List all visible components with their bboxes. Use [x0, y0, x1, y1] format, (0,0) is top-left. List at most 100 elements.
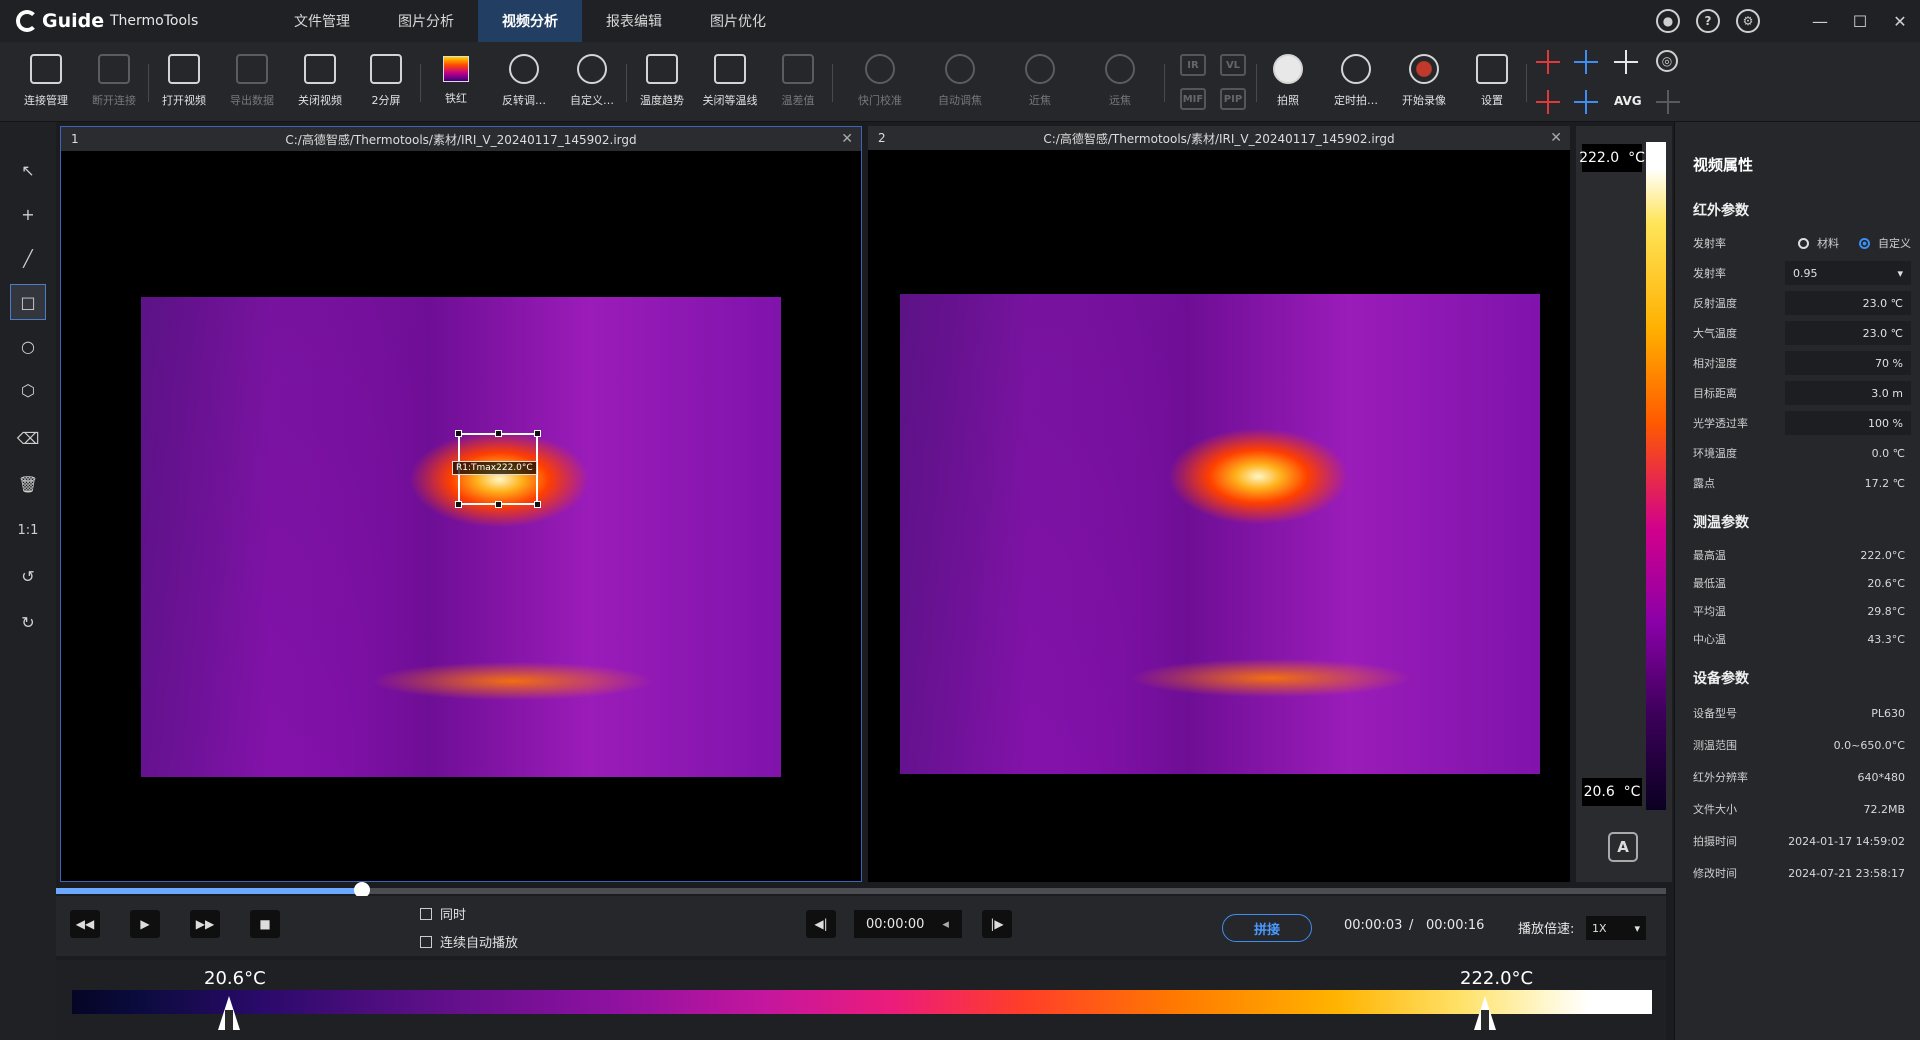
line-tool-icon[interactable]: ╱ — [10, 240, 46, 276]
minimize-button[interactable]: — — [1800, 0, 1840, 42]
roi-handle[interactable] — [534, 501, 541, 508]
distance-input[interactable]: 3.0 m — [1785, 381, 1911, 405]
view-1-close-icon[interactable]: ✕ — [841, 131, 853, 147]
transmittance-input[interactable]: 100 % — [1785, 411, 1911, 435]
atmosphere-temp-input[interactable]: 23.0 ℃ — [1785, 321, 1911, 345]
frame-time-value: 00:00:00 — [866, 916, 925, 932]
palette-button[interactable]: 铁红 — [422, 50, 490, 114]
volume-icon[interactable]: ◂ — [942, 917, 949, 932]
open-video-button[interactable]: 打开视频 — [150, 50, 218, 114]
range-high-pointer[interactable] — [1474, 996, 1496, 1030]
checkbox-box[interactable] — [420, 935, 432, 948]
vl-mode-button[interactable]: VL — [1220, 54, 1246, 76]
emissivity-mode-label: 发射率 — [1693, 237, 1726, 250]
scale-max-label[interactable]: 222.0 °C — [1579, 144, 1645, 172]
stop-button[interactable]: ■ — [250, 910, 280, 938]
rotate-right-icon[interactable]: ↻ — [10, 604, 46, 640]
sync-checkbox[interactable]: 同时 — [420, 904, 466, 923]
nav-video-analysis[interactable]: 视频分析 — [478, 0, 582, 42]
speed-select[interactable]: 1X ▾ — [1586, 916, 1646, 940]
roi-handle[interactable] — [495, 501, 502, 508]
select-arrow-icon[interactable]: ↖ — [10, 152, 46, 188]
circle-tool-icon[interactable]: ○ — [10, 328, 46, 364]
prev-frame-button[interactable]: ◀| — [806, 910, 836, 938]
max-temp-cursor-icon[interactable] — [1536, 50, 1560, 74]
nav-image-analysis[interactable]: 图片分析 — [374, 0, 478, 42]
close-button[interactable]: ✕ — [1880, 0, 1920, 42]
ir-mode-button[interactable]: IR — [1180, 54, 1206, 76]
help-icon[interactable]: ? — [1696, 9, 1720, 33]
range-low-pointer[interactable] — [218, 996, 240, 1030]
capture-button[interactable]: 拍照 — [1254, 50, 1322, 114]
roi-handle[interactable] — [455, 501, 462, 508]
camera-settings-button[interactable]: 设置 — [1458, 50, 1526, 114]
modify-time-row: 修改时间 2024-07-21 23:58:17 — [1693, 860, 1911, 886]
split-screen-button[interactable]: 2分屏 — [352, 50, 420, 114]
eraser-icon[interactable]: ⌫ — [10, 420, 46, 456]
reflected-temp-input[interactable]: 23.0 ℃ — [1785, 291, 1911, 315]
custom-palette-button[interactable]: 自定义… — [558, 50, 626, 114]
mif-mode-button[interactable]: MIF — [1180, 88, 1206, 110]
target-icon[interactable]: ◎ — [1656, 50, 1678, 72]
user-icon[interactable]: ● — [1656, 9, 1680, 33]
max-temp-arrow-icon[interactable] — [1536, 90, 1560, 114]
rotate-left-icon[interactable]: ↺ — [10, 558, 46, 594]
settings-icon[interactable]: ⚙ — [1736, 9, 1760, 33]
stitch-button[interactable]: 拼接 — [1222, 914, 1312, 942]
thermal-image-1[interactable] — [141, 297, 781, 777]
zoom-1to1-icon[interactable]: 1:1 — [10, 512, 46, 548]
nav-image-optimize[interactable]: 图片优化 — [686, 0, 790, 42]
center-cursor-icon[interactable] — [1614, 50, 1638, 74]
humidity-input[interactable]: 70 % — [1785, 351, 1911, 375]
pip-mode-button[interactable]: PIP — [1220, 88, 1246, 110]
timer-capture-button[interactable]: 定时拍… — [1322, 50, 1390, 114]
checkbox-box[interactable] — [420, 907, 432, 920]
rewind-button[interactable]: ◀◀ — [70, 910, 100, 938]
polygon-tool-icon[interactable]: ⬡ — [10, 372, 46, 408]
range-gradient-bar[interactable] — [72, 990, 1652, 1014]
avg-cursor-icon[interactable] — [1656, 90, 1680, 114]
isotherm-button[interactable]: 关闭等温线 — [696, 50, 764, 114]
video-view-1[interactable]: 1 C:/高德智感/Thermotools/素材/IRI_V_20240117_… — [60, 126, 862, 882]
autofocus-button[interactable]: 自动调焦 — [926, 50, 994, 114]
emissivity-select[interactable]: 0.95 ▾ — [1785, 261, 1911, 285]
temperature-trend-button[interactable]: 温度趋势 — [628, 50, 696, 114]
ir-resolution-value: 640*480 — [1857, 770, 1906, 784]
nav-report-edit[interactable]: 报表编辑 — [582, 0, 686, 42]
video-timeline[interactable] — [56, 882, 1666, 898]
delta-temp-button[interactable]: 温差值 — [764, 50, 832, 114]
export-data-button[interactable]: 导出数据 — [218, 50, 286, 114]
fast-forward-button[interactable]: ▶▶ — [190, 910, 220, 938]
radio-material[interactable] — [1798, 237, 1809, 249]
far-focus-button[interactable]: 远焦 — [1086, 50, 1154, 114]
min-temp-arrow-icon[interactable] — [1574, 90, 1598, 114]
roi-rectangle-r1[interactable]: R1:Tmax222.0°C — [452, 430, 541, 508]
disconnect-button[interactable]: 断开连接 — [80, 50, 148, 114]
maximize-button[interactable]: ☐ — [1840, 0, 1880, 42]
close-video-button[interactable]: 关闭视频 — [286, 50, 354, 114]
connection-manager-button[interactable]: 连接管理 — [12, 50, 80, 114]
roi-handle[interactable] — [455, 430, 462, 437]
auto-range-button[interactable]: A — [1608, 832, 1638, 862]
frame-time-input[interactable]: 00:00:00 ◂ — [854, 910, 962, 938]
roi-handle[interactable] — [495, 430, 502, 437]
shutter-calibration-button[interactable]: 快门校准 — [846, 50, 914, 114]
near-focus-button[interactable]: 近焦 — [1006, 50, 1074, 114]
next-frame-button[interactable]: |▶ — [982, 910, 1012, 938]
start-recording-button[interactable]: 开始录像 — [1390, 50, 1458, 114]
min-temp-cursor-icon[interactable] — [1574, 50, 1598, 74]
delete-icon[interactable]: 🗑 — [10, 466, 46, 502]
view-2-close-icon[interactable]: ✕ — [1550, 130, 1562, 146]
autoplay-checkbox[interactable]: 连续自动播放 — [420, 932, 518, 951]
radio-custom[interactable] — [1859, 237, 1870, 249]
video-view-2[interactable]: 2 C:/高德智感/Thermotools/素材/IRI_V_20240117_… — [868, 126, 1570, 882]
roi-handle[interactable] — [534, 430, 541, 437]
point-tool-icon[interactable]: + — [10, 196, 46, 232]
play-button[interactable]: ▶ — [130, 910, 160, 938]
avg-button[interactable]: AVG — [1614, 94, 1642, 108]
scale-min-label[interactable]: 20.6 °C — [1582, 778, 1642, 806]
rectangle-tool-icon[interactable]: □ — [10, 284, 46, 320]
invert-palette-button[interactable]: 反转调… — [490, 50, 558, 114]
nav-file-management[interactable]: 文件管理 — [270, 0, 374, 42]
thermal-image-2[interactable] — [900, 294, 1540, 774]
